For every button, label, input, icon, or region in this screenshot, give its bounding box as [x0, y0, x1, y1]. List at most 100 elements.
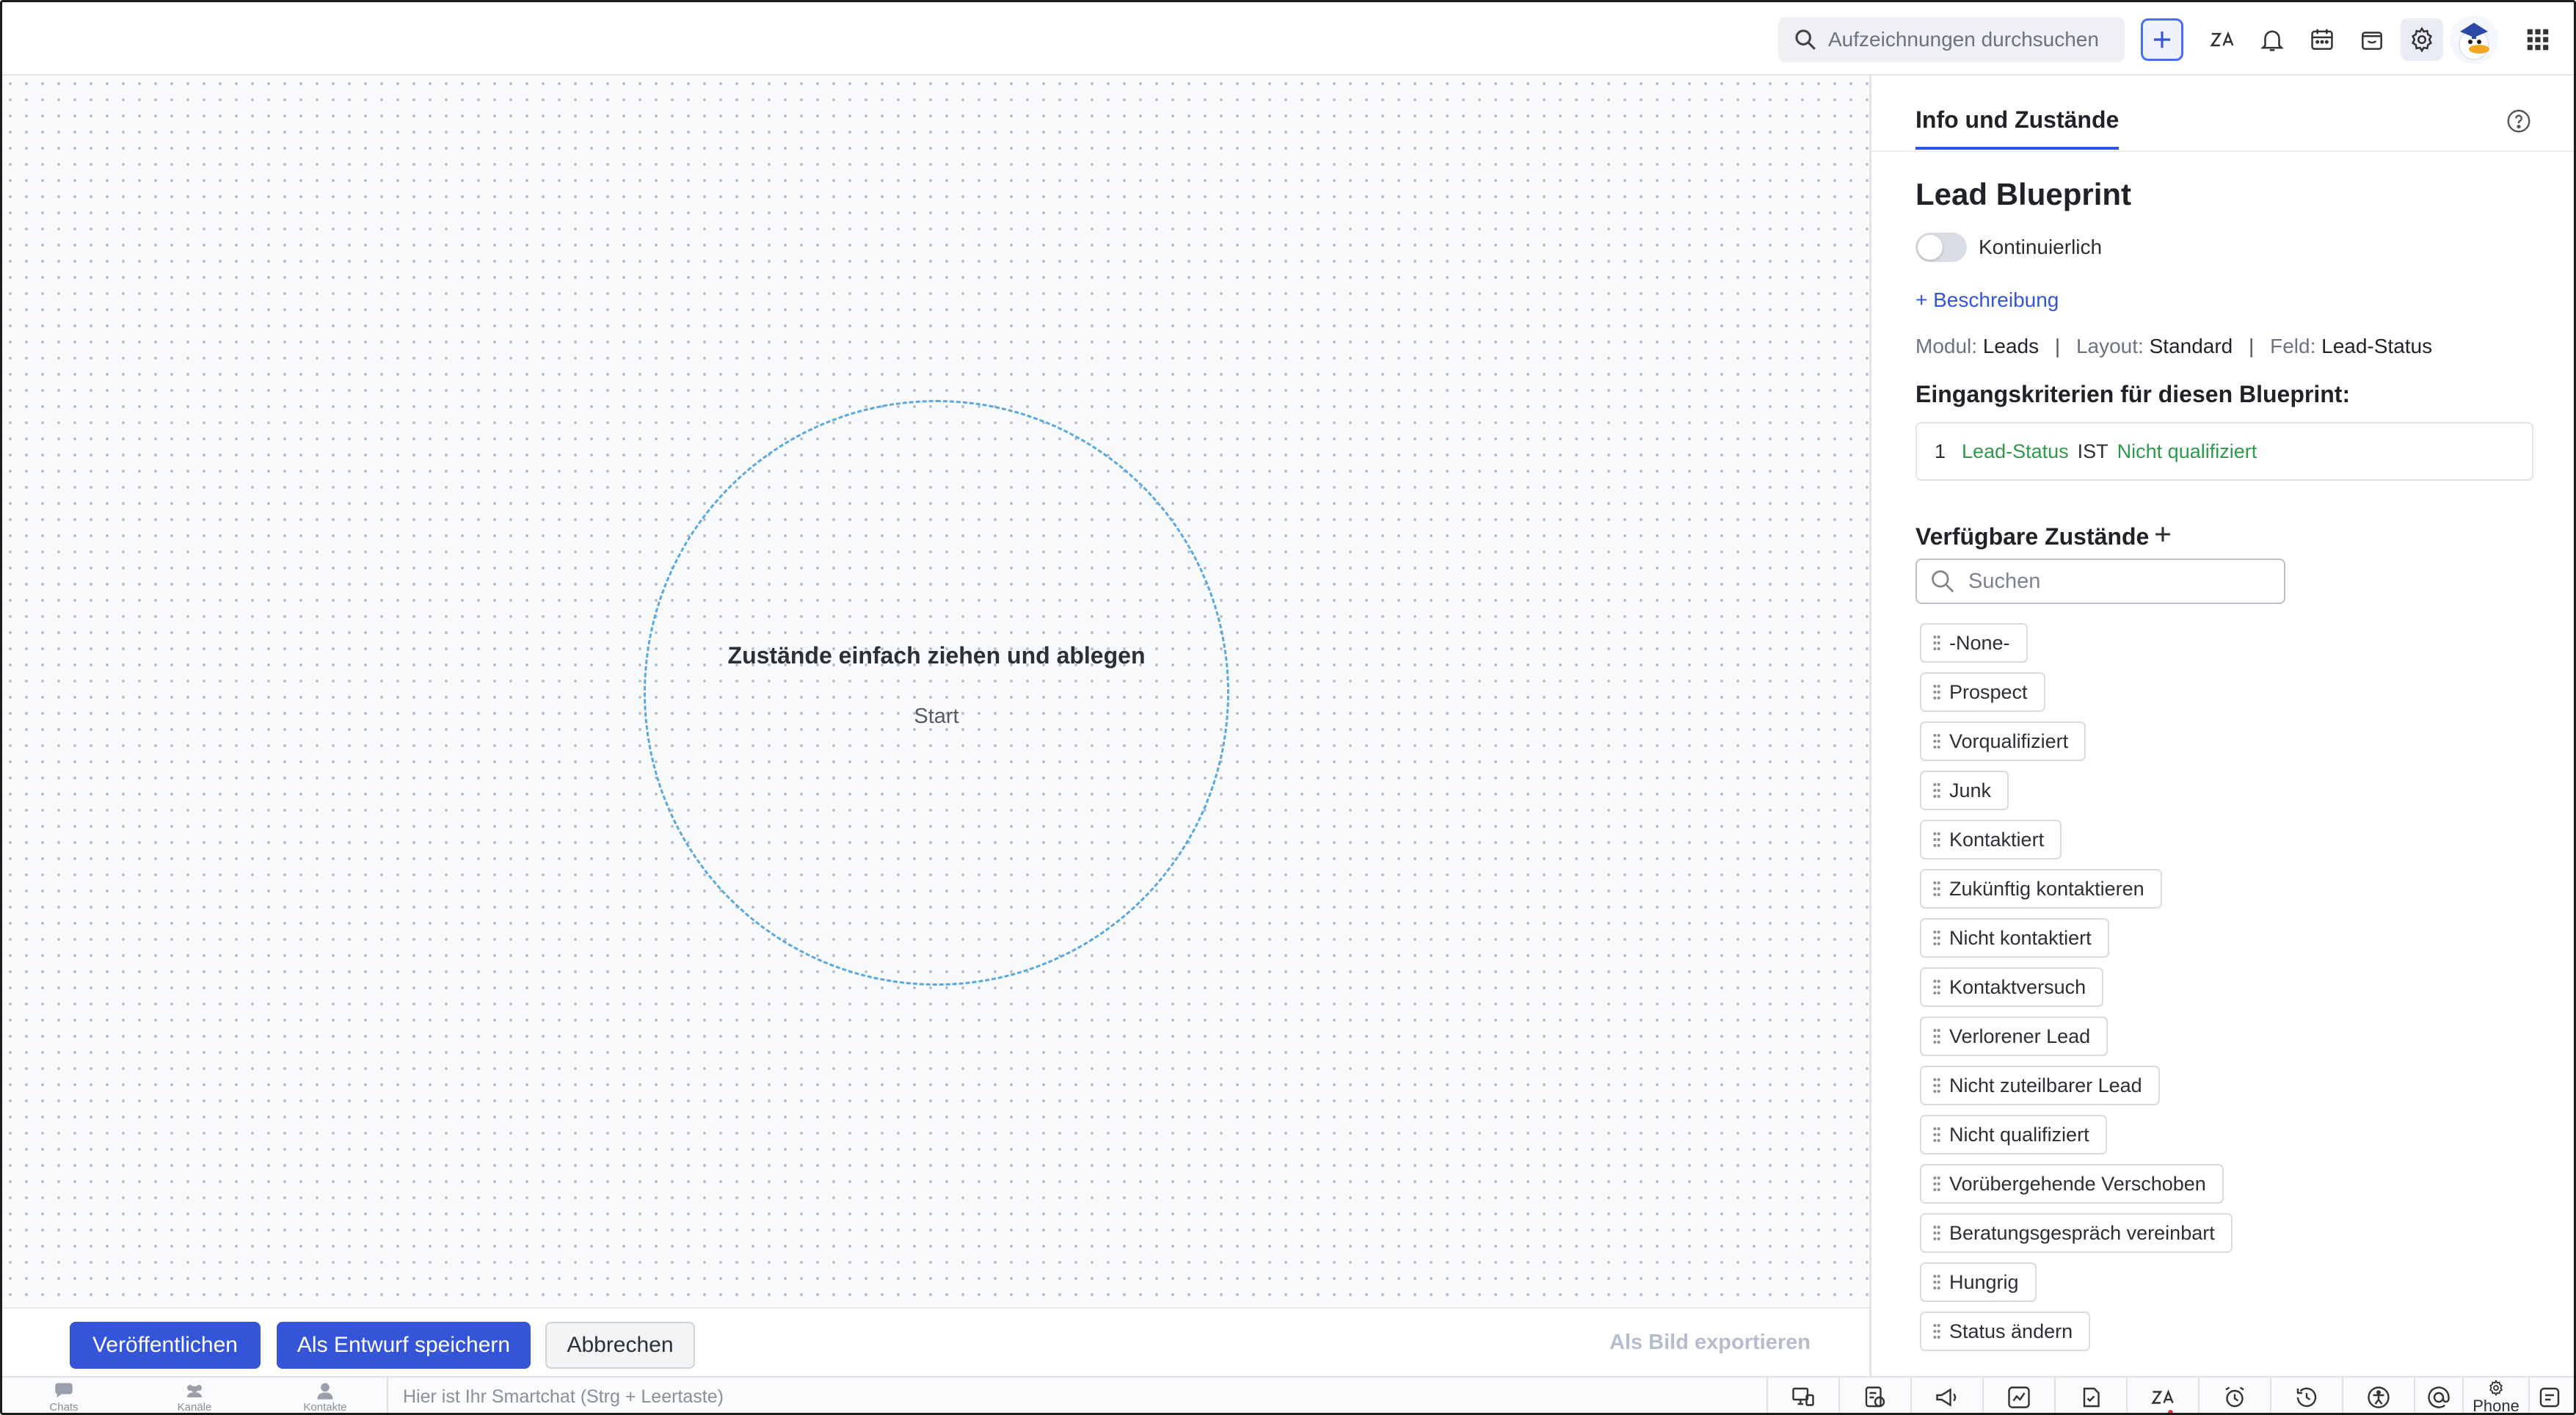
- analytics-button[interactable]: [1982, 1378, 2054, 1413]
- marketplace-button[interactable]: [2351, 18, 2393, 61]
- continuous-toggle[interactable]: [1915, 233, 1967, 262]
- contacts-button[interactable]: Kontakte: [288, 1382, 362, 1414]
- blueprint-canvas[interactable]: Zustände einfach ziehen und ablegen Star…: [2, 76, 1869, 1307]
- channels-button[interactable]: Kanäle: [158, 1382, 231, 1413]
- state-chip[interactable]: Vorübergehende Verschoben: [1920, 1164, 2224, 1204]
- state-chip[interactable]: Nicht qualifiziert: [1920, 1115, 2107, 1154]
- state-chip-label: -None-: [1949, 631, 2010, 654]
- drop-zone[interactable]: Zustände einfach ziehen und ablegen Star…: [644, 400, 1229, 986]
- zia-icon: [2210, 31, 2234, 47]
- drag-handle-icon[interactable]: [1932, 831, 1942, 848]
- blueprint-title: Lead Blueprint: [1915, 177, 2132, 211]
- recordings-button[interactable]: [1838, 1378, 1910, 1413]
- add-description-link[interactable]: + Beschreibung: [1915, 288, 2059, 312]
- states-search-input[interactable]: Suchen: [1915, 559, 2285, 604]
- drag-handle-icon[interactable]: [1932, 1273, 1942, 1291]
- drag-handle-icon[interactable]: [1932, 782, 1942, 799]
- save-draft-button[interactable]: Als Entwurf speichern: [277, 1322, 531, 1369]
- state-chip[interactable]: Kontaktversuch: [1920, 967, 2104, 1007]
- history-button[interactable]: [2270, 1378, 2342, 1413]
- accessibility-icon: [2368, 1386, 2390, 1408]
- accessibility-button[interactable]: [2342, 1378, 2414, 1413]
- clipboard-icon: [2083, 1387, 2100, 1408]
- drag-handle-icon[interactable]: [1932, 1224, 1942, 1242]
- reminders-button[interactable]: [2198, 1378, 2270, 1413]
- publish-button[interactable]: Veröffentlichen: [70, 1322, 261, 1369]
- contacts-label: Kontakte: [303, 1401, 347, 1414]
- phone-button[interactable]: Phone: [2462, 1378, 2528, 1415]
- monitor-icon: [1792, 1387, 1814, 1406]
- smartchat-input[interactable]: Hier ist Ihr Smartchat (Strg + Leertaste…: [387, 1378, 1767, 1413]
- help-icon[interactable]: [2506, 108, 2532, 134]
- state-chip[interactable]: Beratungsgespräch vereinbart: [1920, 1213, 2233, 1253]
- field-label: Feld:: [2270, 335, 2316, 357]
- zia-button[interactable]: [2201, 18, 2244, 61]
- state-chip[interactable]: Verlorener Lead: [1920, 1016, 2109, 1056]
- state-chip[interactable]: Hungrig: [1920, 1262, 2037, 1302]
- state-chip[interactable]: -None-: [1920, 623, 2028, 663]
- announcements-button[interactable]: [1910, 1378, 1982, 1413]
- at-sign-icon: [2428, 1386, 2450, 1408]
- state-chip-label: Nicht zuteilbarer Lead: [1949, 1074, 2142, 1096]
- state-chip[interactable]: Status ändern: [1920, 1312, 2091, 1351]
- state-chip[interactable]: Vorqualifiziert: [1920, 721, 2086, 761]
- apps-button[interactable]: [2517, 18, 2559, 61]
- phone-label: Phone: [2473, 1397, 2519, 1415]
- plus-icon: [2153, 31, 2171, 48]
- export-image-link[interactable]: Als Bild exportieren: [1609, 1331, 1811, 1355]
- layout-value: Standard: [2149, 335, 2233, 357]
- state-chip[interactable]: Junk: [1920, 771, 2009, 810]
- tasks-button[interactable]: [2054, 1378, 2126, 1413]
- zia-status-button[interactable]: [2126, 1378, 2198, 1413]
- continuous-toggle-label: Kontinuierlich: [1979, 236, 2103, 258]
- drop-zone-start-label: Start: [914, 705, 959, 728]
- drag-handle-icon[interactable]: [1932, 683, 1942, 701]
- create-new-button[interactable]: [2141, 18, 2183, 61]
- add-state-icon[interactable]: [2150, 522, 2175, 547]
- state-chip-label: Prospect: [1949, 680, 2028, 703]
- drag-handle-icon[interactable]: [1932, 1323, 1942, 1340]
- tab-info-and-states[interactable]: Info und Zustände: [1915, 106, 2120, 150]
- drag-handle-icon[interactable]: [1932, 732, 1942, 750]
- cancel-button[interactable]: Abbrechen: [545, 1322, 695, 1369]
- state-chip-label: Beratungsgespräch vereinbart: [1949, 1221, 2215, 1244]
- drag-handle-icon[interactable]: [1932, 1077, 1942, 1094]
- drag-handle-icon[interactable]: [1932, 880, 1942, 898]
- settings-button[interactable]: [2401, 18, 2443, 61]
- gear-icon: [2412, 26, 2432, 53]
- drag-handle-icon[interactable]: [1932, 1175, 1942, 1193]
- drag-handle-icon[interactable]: [1932, 1126, 1942, 1143]
- calendar-button[interactable]: [2301, 18, 2343, 61]
- action-bar: Veröffentlichen Als Entwurf speichern Ab…: [2, 1307, 1869, 1376]
- criteria-operator: IST: [2077, 440, 2109, 462]
- notifications-button[interactable]: [2251, 18, 2293, 61]
- info-panel: Info und Zustände Lead Blueprint Kontinu…: [1869, 76, 2574, 1376]
- state-chip[interactable]: Zukünftig kontaktieren: [1920, 869, 2162, 909]
- drag-handle-icon[interactable]: [1932, 634, 1942, 652]
- state-chip-label: Vorübergehende Verschoben: [1949, 1172, 2206, 1195]
- drag-handle-icon[interactable]: [1932, 929, 1942, 947]
- bell-icon: [2260, 30, 2284, 51]
- mentions-button[interactable]: [2414, 1378, 2462, 1413]
- drag-handle-icon[interactable]: [1932, 978, 1942, 996]
- state-chip[interactable]: Nicht zuteilbarer Lead: [1920, 1066, 2160, 1105]
- chats-button[interactable]: Chats: [27, 1382, 101, 1413]
- state-chip-label: Kontaktversuch: [1949, 975, 2086, 998]
- panel-divider: [1871, 150, 2574, 152]
- state-chip[interactable]: Prospect: [1920, 672, 2045, 712]
- state-chip[interactable]: Kontaktiert: [1920, 820, 2062, 859]
- global-search[interactable]: Aufzeichnungen durchsuchen: [1778, 17, 2125, 62]
- group-icon: [187, 1385, 202, 1397]
- feedback-button[interactable]: [2528, 1378, 2569, 1413]
- remote-assist-button[interactable]: [1767, 1378, 1838, 1413]
- search-icon: [1932, 570, 1954, 593]
- state-chip[interactable]: Nicht kontaktiert: [1920, 918, 2109, 958]
- state-chip-label: Verlorener Lead: [1949, 1025, 2091, 1047]
- states-search-placeholder: Suchen: [1968, 569, 2041, 593]
- state-chip-label: Vorqualifiziert: [1949, 730, 2069, 752]
- drag-handle-icon[interactable]: [1932, 1027, 1942, 1045]
- state-chip-label: Zukünftig kontaktieren: [1949, 877, 2144, 900]
- entry-criteria-box[interactable]: 1 Lead-Status IST Nicht qualifiziert: [1915, 422, 2533, 481]
- search-icon: [1795, 29, 1816, 50]
- avatar[interactable]: [2450, 15, 2498, 64]
